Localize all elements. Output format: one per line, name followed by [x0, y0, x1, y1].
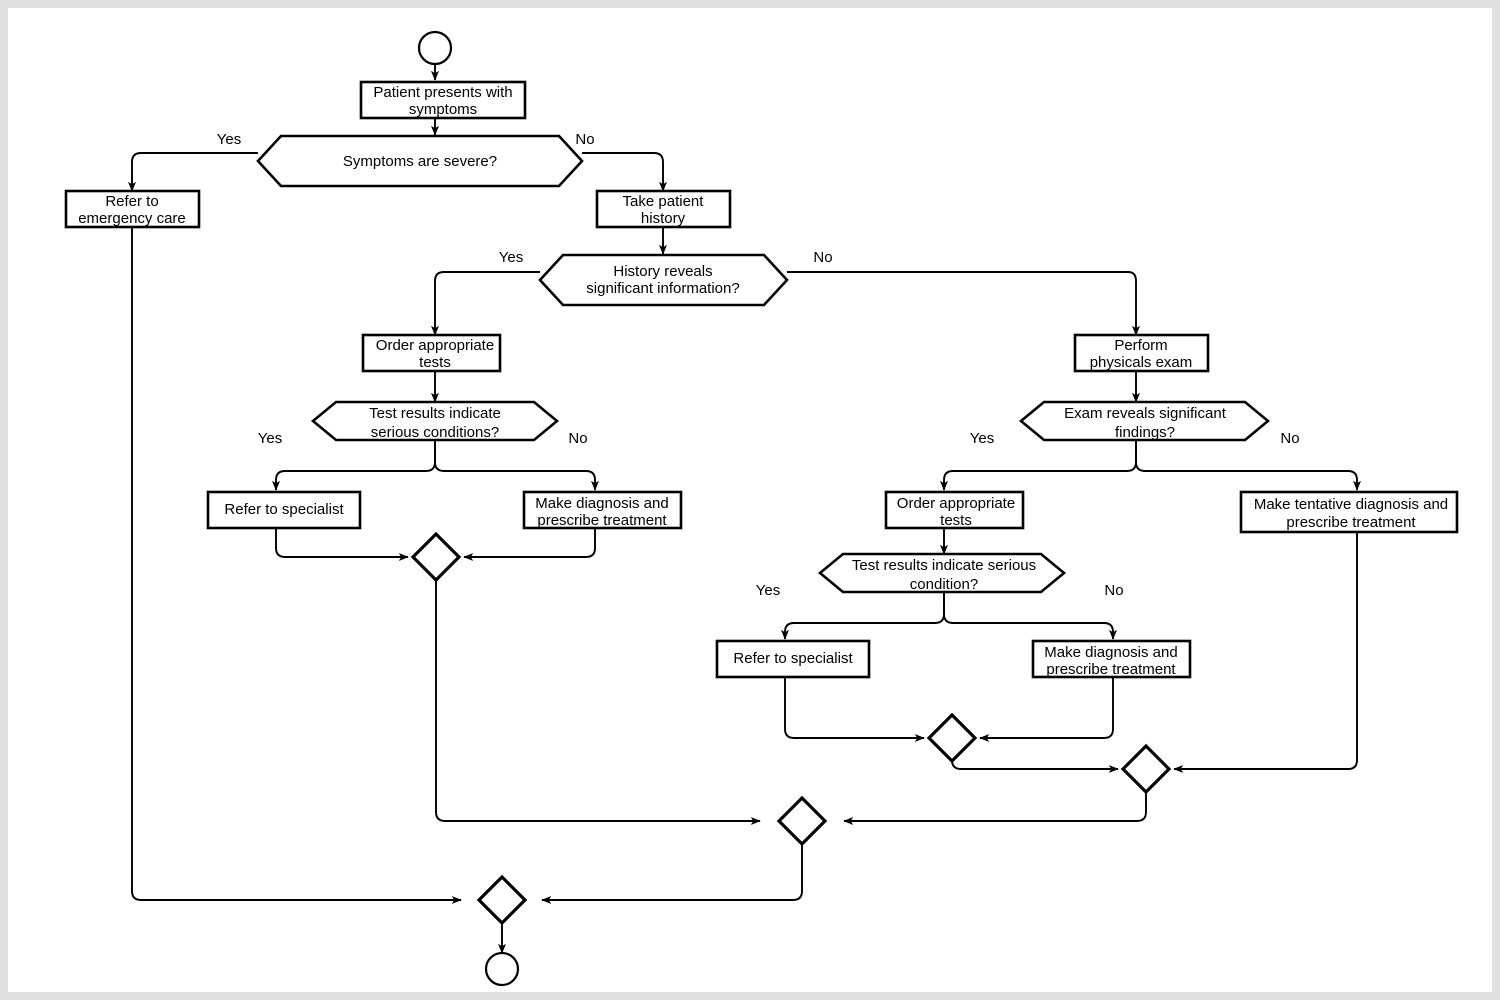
- node-decision-symptoms-severe[interactable]: Symptoms are severe?: [256, 134, 584, 188]
- edge-history-yes: [431, 271, 540, 336]
- node-label-d-exam-line1: Exam reveals significant: [1064, 405, 1227, 422]
- node-label-symptoms-line2: symptoms: [409, 101, 477, 118]
- edge-label-severe-no: No: [575, 131, 594, 148]
- node-label-d-history-line2: significant information?: [586, 280, 739, 297]
- node-label-tests-left-line2: tests: [419, 354, 451, 371]
- node-label-d-tests-right-line2: condition?: [910, 576, 978, 593]
- edge-label-tests-right-no: No: [1104, 582, 1123, 599]
- node-make-diagnosis-left[interactable]: Make diagnosis and prescribe treatment: [522, 490, 683, 530]
- node-merge-mid[interactable]: [776, 795, 828, 847]
- node-label-emergency-line2: emergency care: [78, 210, 186, 227]
- edge-diagnosis-left-to-merge: [463, 528, 596, 561]
- edge-merge-left-to-mid: [435, 580, 761, 825]
- node-refer-to-emergency-care[interactable]: Refer to emergency care: [64, 189, 201, 229]
- edge-history-no: [787, 271, 1140, 336]
- edge-merge-mid-to-final: [541, 844, 803, 904]
- edge-label-tests-right-yes: Yes: [756, 582, 780, 599]
- edge-specialist-right-to-merge: [784, 677, 925, 742]
- edge-severe-yes: [128, 152, 258, 192]
- edge-label-history-no: No: [813, 249, 832, 266]
- node-merge-left[interactable]: [410, 531, 462, 583]
- node-make-diagnosis-right[interactable]: Make diagnosis and prescribe treatment: [1031, 639, 1192, 679]
- node-label-emergency-line1: Refer to: [105, 193, 158, 210]
- node-refer-specialist-left[interactable]: Refer to specialist: [206, 490, 362, 530]
- edge-merge-inner-to-right: [951, 759, 1119, 773]
- node-label-diagnosis-right-line1: Make diagnosis and: [1044, 644, 1177, 661]
- edge-label-tests-left-no: No: [568, 430, 587, 447]
- edge-label-history-yes: Yes: [499, 249, 523, 266]
- node-refer-specialist-right[interactable]: Refer to specialist: [715, 639, 871, 679]
- flowchart-svg: Patient presents with symptoms Symptoms …: [8, 8, 1492, 992]
- node-patient-presents-with-symptoms[interactable]: Patient presents with symptoms: [359, 80, 527, 120]
- edge-label-severe-yes: Yes: [217, 131, 241, 148]
- edge-diagnosis-right-to-merge: [979, 677, 1114, 742]
- node-merge-inner-right[interactable]: [926, 712, 978, 764]
- node-perform-physicals-exam[interactable]: Perform physicals exam: [1073, 333, 1210, 373]
- node-label-tests-right-line2: tests: [940, 512, 972, 529]
- node-label-d-tests-left-line2: serious conditions?: [371, 424, 499, 441]
- node-label-history-line2: history: [641, 210, 686, 227]
- edge-tests-left-yes: [272, 440, 436, 491]
- edge-specialist-left-to-merge: [275, 528, 409, 561]
- node-merge-right[interactable]: [1120, 743, 1172, 795]
- node-start[interactable]: [417, 30, 453, 66]
- edge-label-exam-yes: Yes: [970, 430, 994, 447]
- edge-label-tests-left-yes: Yes: [258, 430, 282, 447]
- node-label-specialist-right: Refer to specialist: [733, 650, 853, 667]
- edge-tests-left-no: [434, 440, 599, 491]
- node-label-diagnosis-left-line2: prescribe treatment: [537, 512, 667, 529]
- node-label-d-exam-line2: findings?: [1115, 424, 1175, 441]
- edge-tentative-to-merge-right: [1173, 533, 1358, 773]
- node-order-tests-left[interactable]: Order appropriate tests: [361, 333, 502, 373]
- edge-exam-no: [1135, 440, 1361, 491]
- node-layer: Patient presents with symptoms Symptoms …: [64, 30, 1459, 987]
- node-decision-test-results-left[interactable]: Test results indicate serious conditions…: [310, 400, 560, 442]
- node-label-d-tests-right-line1: Test results indicate serious: [852, 557, 1036, 574]
- node-label-severe-line1: Symptoms are severe?: [343, 153, 497, 170]
- node-label-symptoms-line1: Patient presents with: [373, 84, 512, 101]
- edge-merge-right-to-mid: [843, 792, 1147, 825]
- node-label-diagnosis-left-line1: Make diagnosis and: [535, 495, 668, 512]
- edge-emergency-to-final: [131, 226, 462, 904]
- edge-tests-right-no: [943, 592, 1117, 640]
- node-take-patient-history[interactable]: Take patient history: [595, 189, 732, 229]
- node-label-d-tests-left-line1: Test results indicate: [369, 405, 501, 422]
- diagram-canvas: Patient presents with symptoms Symptoms …: [8, 8, 1492, 992]
- node-label-tests-right-line1: Order appropriate: [897, 495, 1015, 512]
- node-label-history-line1: Take patient: [623, 193, 705, 210]
- node-label-specialist-left: Refer to specialist: [224, 501, 344, 518]
- edge-exam-yes: [940, 440, 1137, 491]
- edge-label-exam-no: No: [1280, 430, 1299, 447]
- node-label-tentative-line1: Make tentative diagnosis and: [1254, 496, 1448, 513]
- node-label-tests-left-line1: Order appropriate: [376, 337, 494, 354]
- node-label-diagnosis-right-line2: prescribe treatment: [1046, 661, 1176, 678]
- node-order-tests-right[interactable]: Order appropriate tests: [884, 490, 1025, 530]
- node-label-tentative-line2: prescribe treatment: [1286, 514, 1416, 531]
- node-decision-history-reveals[interactable]: History reveals significant information?: [538, 253, 789, 307]
- edge-tests-right-yes: [781, 592, 945, 640]
- node-end[interactable]: [484, 951, 520, 987]
- node-make-tentative-diagnosis[interactable]: Make tentative diagnosis and prescribe t…: [1239, 490, 1459, 534]
- edge-severe-no: [582, 152, 667, 192]
- node-merge-final[interactable]: [476, 874, 528, 926]
- node-label-d-history-line1: History reveals: [613, 263, 712, 280]
- node-decision-exam-reveals[interactable]: Exam reveals significant findings?: [1018, 400, 1271, 442]
- node-label-physical-line1: Perform: [1114, 337, 1167, 354]
- node-decision-test-results-right[interactable]: Test results indicate serious condition?: [817, 552, 1067, 594]
- node-label-physical-line2: physicals exam: [1090, 354, 1193, 371]
